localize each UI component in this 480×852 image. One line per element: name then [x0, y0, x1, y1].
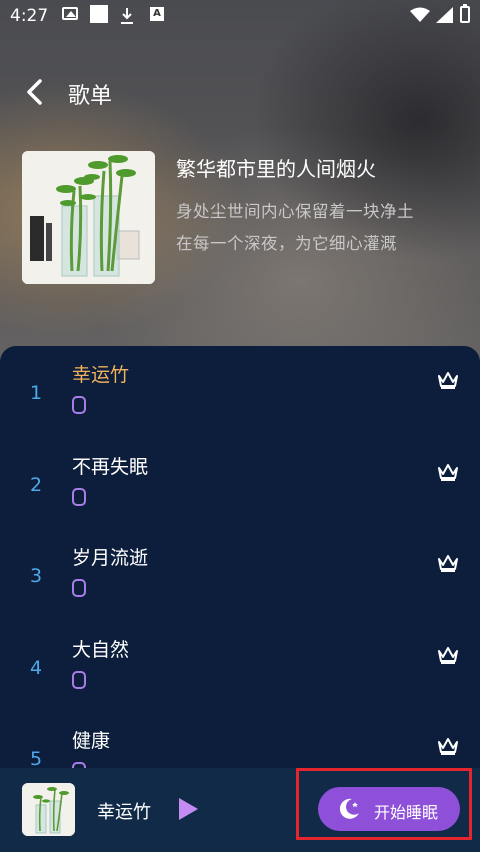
crown-icon	[438, 647, 458, 664]
song-row-3[interactable]: 3 岁月流逝	[0, 533, 480, 624]
song-tag-icon	[72, 671, 86, 689]
crown-icon	[438, 555, 458, 572]
moon-icon	[339, 798, 359, 819]
playlist-cover-image	[22, 151, 155, 284]
cellular-icon	[436, 7, 453, 23]
song-title: 健康	[72, 730, 111, 752]
song-row-1[interactable]: 1 幸运竹	[0, 350, 480, 441]
song-index: 1	[30, 382, 43, 404]
now-playing-cover[interactable]	[22, 783, 75, 836]
status-time: 4:27	[10, 6, 49, 26]
play-icon[interactable]	[176, 796, 200, 822]
start-sleep-label: 开始睡眠	[374, 803, 439, 822]
song-index: 4	[30, 657, 43, 679]
song-index: 5	[30, 748, 43, 770]
start-sleep-button[interactable]: 开始睡眠	[318, 787, 460, 831]
song-title: 不再失眠	[72, 456, 149, 478]
a-box-icon: A	[150, 7, 164, 21]
song-title: 大自然	[72, 639, 130, 661]
status-bar: 4:27 A	[0, 0, 480, 32]
download-icon	[121, 8, 133, 24]
wifi-icon	[410, 7, 430, 22]
song-tag-icon	[72, 488, 86, 506]
playlist-title: 繁华都市里的人间烟火	[176, 157, 376, 181]
song-title: 幸运竹	[72, 364, 130, 386]
crown-icon	[438, 738, 458, 755]
playlist-description-line2: 在每一个深夜，为它细心灌溉	[176, 234, 397, 253]
song-tag-icon	[72, 396, 86, 414]
playlist-description-line1: 身处尘世间内心保留着一块净土	[176, 202, 414, 221]
chevron-left-icon[interactable]	[22, 78, 50, 106]
now-playing-title: 幸运竹	[97, 802, 151, 823]
song-index: 2	[30, 474, 43, 496]
song-tag-icon	[72, 579, 86, 597]
song-index: 3	[30, 565, 43, 587]
crown-icon	[438, 372, 458, 389]
square-icon	[90, 5, 108, 23]
song-row-4[interactable]: 4 大自然	[0, 625, 480, 716]
crown-icon	[438, 464, 458, 481]
page-title: 歌单	[68, 84, 113, 109]
mini-player: 幸运竹 开始睡眠	[0, 768, 480, 852]
battery-icon	[460, 4, 470, 23]
song-title: 岁月流逝	[72, 547, 149, 569]
song-row-2[interactable]: 2 不再失眠	[0, 442, 480, 533]
image-icon	[62, 7, 78, 20]
